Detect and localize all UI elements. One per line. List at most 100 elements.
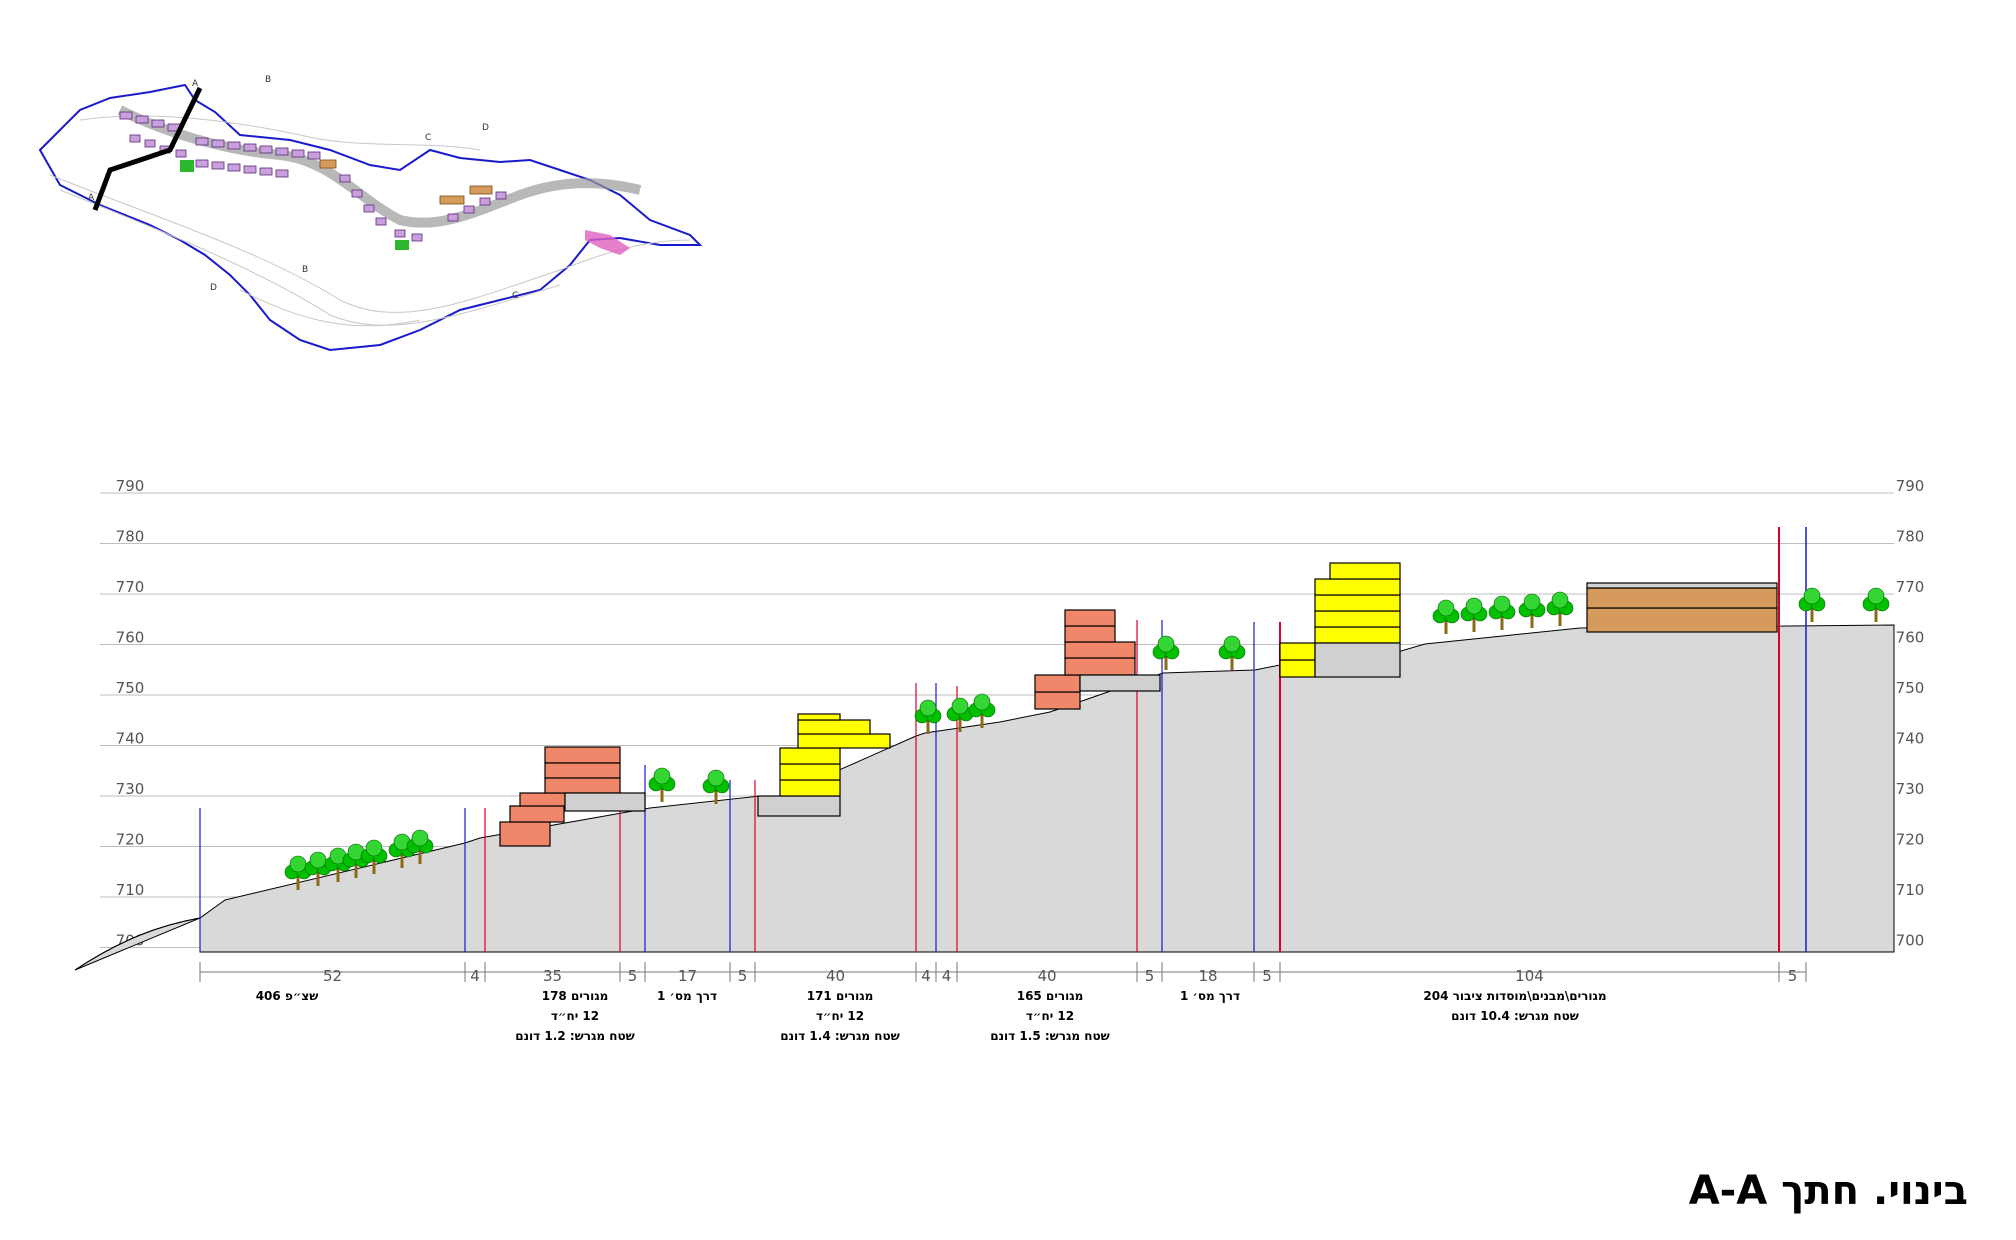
dimension-value: 4 xyxy=(942,967,952,985)
tree-icon xyxy=(1488,595,1516,630)
building-floor xyxy=(1586,607,1778,633)
building-floor xyxy=(1064,641,1136,659)
building-floor xyxy=(797,719,871,735)
plot-label-line: שטח מגרש: 1.2 דונם xyxy=(515,1029,634,1043)
dimension-value: 5 xyxy=(1262,967,1272,985)
plot-label-line: 12 יח״ד xyxy=(816,1009,864,1023)
map-letter: C xyxy=(425,133,431,143)
tree-icon xyxy=(1152,635,1180,670)
elevation-label-right: 780 xyxy=(1896,528,1925,546)
elevation-label-right: 740 xyxy=(1896,730,1925,748)
building-204-public xyxy=(1586,582,1778,633)
elevation-label-left: 750 xyxy=(116,679,145,697)
map-letter: A xyxy=(192,79,199,89)
map-letter: B xyxy=(265,75,271,85)
dimension-value: 17 xyxy=(678,967,697,985)
dimension-value: 40 xyxy=(826,967,845,985)
dimension-value: 5 xyxy=(628,967,638,985)
building-204-residential xyxy=(1279,562,1401,678)
elevation-label-right: 750 xyxy=(1896,679,1925,697)
tree-icon xyxy=(1218,635,1246,670)
building-floor xyxy=(1314,610,1401,628)
plot-label-line: שטח מגרש: 1.4 דונם xyxy=(780,1029,899,1043)
elevation-label-right: 730 xyxy=(1896,780,1925,798)
dimension-labels: 52 4 35 5 17 5 40 4 4 40 5 18 5 104 5 xyxy=(199,962,1807,985)
plot-label-line: דרך מס׳ 1 xyxy=(1180,989,1240,1003)
building-floor xyxy=(1034,674,1081,693)
tree-icon xyxy=(1798,587,1826,622)
dimension-value: 4 xyxy=(921,967,931,985)
dimension-value: 35 xyxy=(543,967,562,985)
building-plinth xyxy=(757,795,841,817)
tree-icon xyxy=(1862,587,1890,622)
building-floor xyxy=(544,746,621,764)
building-floor xyxy=(779,747,841,765)
building-floor xyxy=(519,792,566,807)
tree-icon xyxy=(1546,591,1574,626)
dimension-value: 5 xyxy=(738,967,748,985)
map-letter: A xyxy=(88,193,95,203)
building-floor xyxy=(544,777,621,794)
elevation-label-right: 790 xyxy=(1896,477,1925,495)
building-floor xyxy=(1586,587,1778,609)
elevation-label-right: 720 xyxy=(1896,831,1925,849)
elevation-label-left: 710 xyxy=(116,881,145,899)
map-letter: D xyxy=(210,283,217,293)
building-floor xyxy=(1279,642,1316,661)
building-floor xyxy=(499,821,551,847)
elevation-label-left: 720 xyxy=(116,831,145,849)
building-floor xyxy=(1279,659,1316,678)
plot-label-line: שטח מגרש: 10.4 דונם xyxy=(1451,1009,1579,1023)
elevation-label-right: 760 xyxy=(1896,629,1925,647)
building-floor xyxy=(1314,626,1401,644)
elevation-label-left: 790 xyxy=(116,477,145,495)
dimension-value: 18 xyxy=(1198,967,1217,985)
plot-label-line: מגורים\מבנים\מוסדות ציבור 204 xyxy=(1423,989,1606,1003)
dimension-value: 52 xyxy=(323,967,342,985)
plot-label-line: מגורים 171 xyxy=(807,989,874,1003)
building-plinth xyxy=(564,792,646,812)
map-letter: B xyxy=(302,265,308,275)
building-floor xyxy=(1329,562,1401,580)
plan-contours xyxy=(49,115,691,327)
site-plan: A A B B C C D D xyxy=(38,75,703,352)
tree-icon xyxy=(1518,593,1546,628)
plot-label-line: 12 יח״ד xyxy=(1026,1009,1074,1023)
tree-icon xyxy=(1460,597,1488,632)
elevation-label-left: 760 xyxy=(116,629,145,647)
elevation-label-left: 730 xyxy=(116,780,145,798)
elevation-label-left: 740 xyxy=(116,730,145,748)
page-title: בינוי. חתך A-A xyxy=(1688,1168,1968,1214)
elevation-label-right: 770 xyxy=(1896,578,1925,596)
plot-label-line: שצ״פ 406 xyxy=(256,989,319,1003)
building-floor xyxy=(544,762,621,779)
dimension-value: 4 xyxy=(470,967,480,985)
dimension-value: 5 xyxy=(1788,967,1798,985)
section-line-a-a xyxy=(92,86,203,211)
building-plinth xyxy=(1314,642,1401,678)
dimension-value: 104 xyxy=(1515,967,1544,985)
building-floor xyxy=(1064,609,1116,627)
building-roof xyxy=(1586,582,1778,589)
building-floor xyxy=(1314,594,1401,612)
building-floor xyxy=(1064,625,1116,643)
tree-icon xyxy=(914,699,942,734)
map-letter: D xyxy=(482,123,489,133)
section-diagram: A A B B C C D D 790 790 780 780 770 770 760 760… xyxy=(38,75,1925,1043)
tree-icon xyxy=(702,769,730,804)
building-floor xyxy=(779,763,841,781)
dimension-value: 5 xyxy=(1145,967,1155,985)
plot-label-line: שטח מגרש: 1.5 דונם xyxy=(990,1029,1109,1043)
building-floor xyxy=(779,779,841,797)
elevation-label-right: 710 xyxy=(1896,881,1925,899)
elevation-label-left: 780 xyxy=(116,528,145,546)
plot-label-line: 12 יח״ד xyxy=(551,1009,599,1023)
ground-profile xyxy=(74,624,1895,971)
plan-pink-area xyxy=(585,230,630,255)
building-floor xyxy=(1034,691,1081,710)
plot-label-line: מגורים 178 xyxy=(542,989,609,1003)
building-floor xyxy=(1314,578,1401,596)
plan-letters: A A B B C C D D xyxy=(88,75,518,301)
plot-labels: שצ״פ 406 מגורים 178 12 יח״ד שטח מגרש: 1.2 ד… xyxy=(256,989,1607,1043)
map-letter: C xyxy=(512,291,518,301)
